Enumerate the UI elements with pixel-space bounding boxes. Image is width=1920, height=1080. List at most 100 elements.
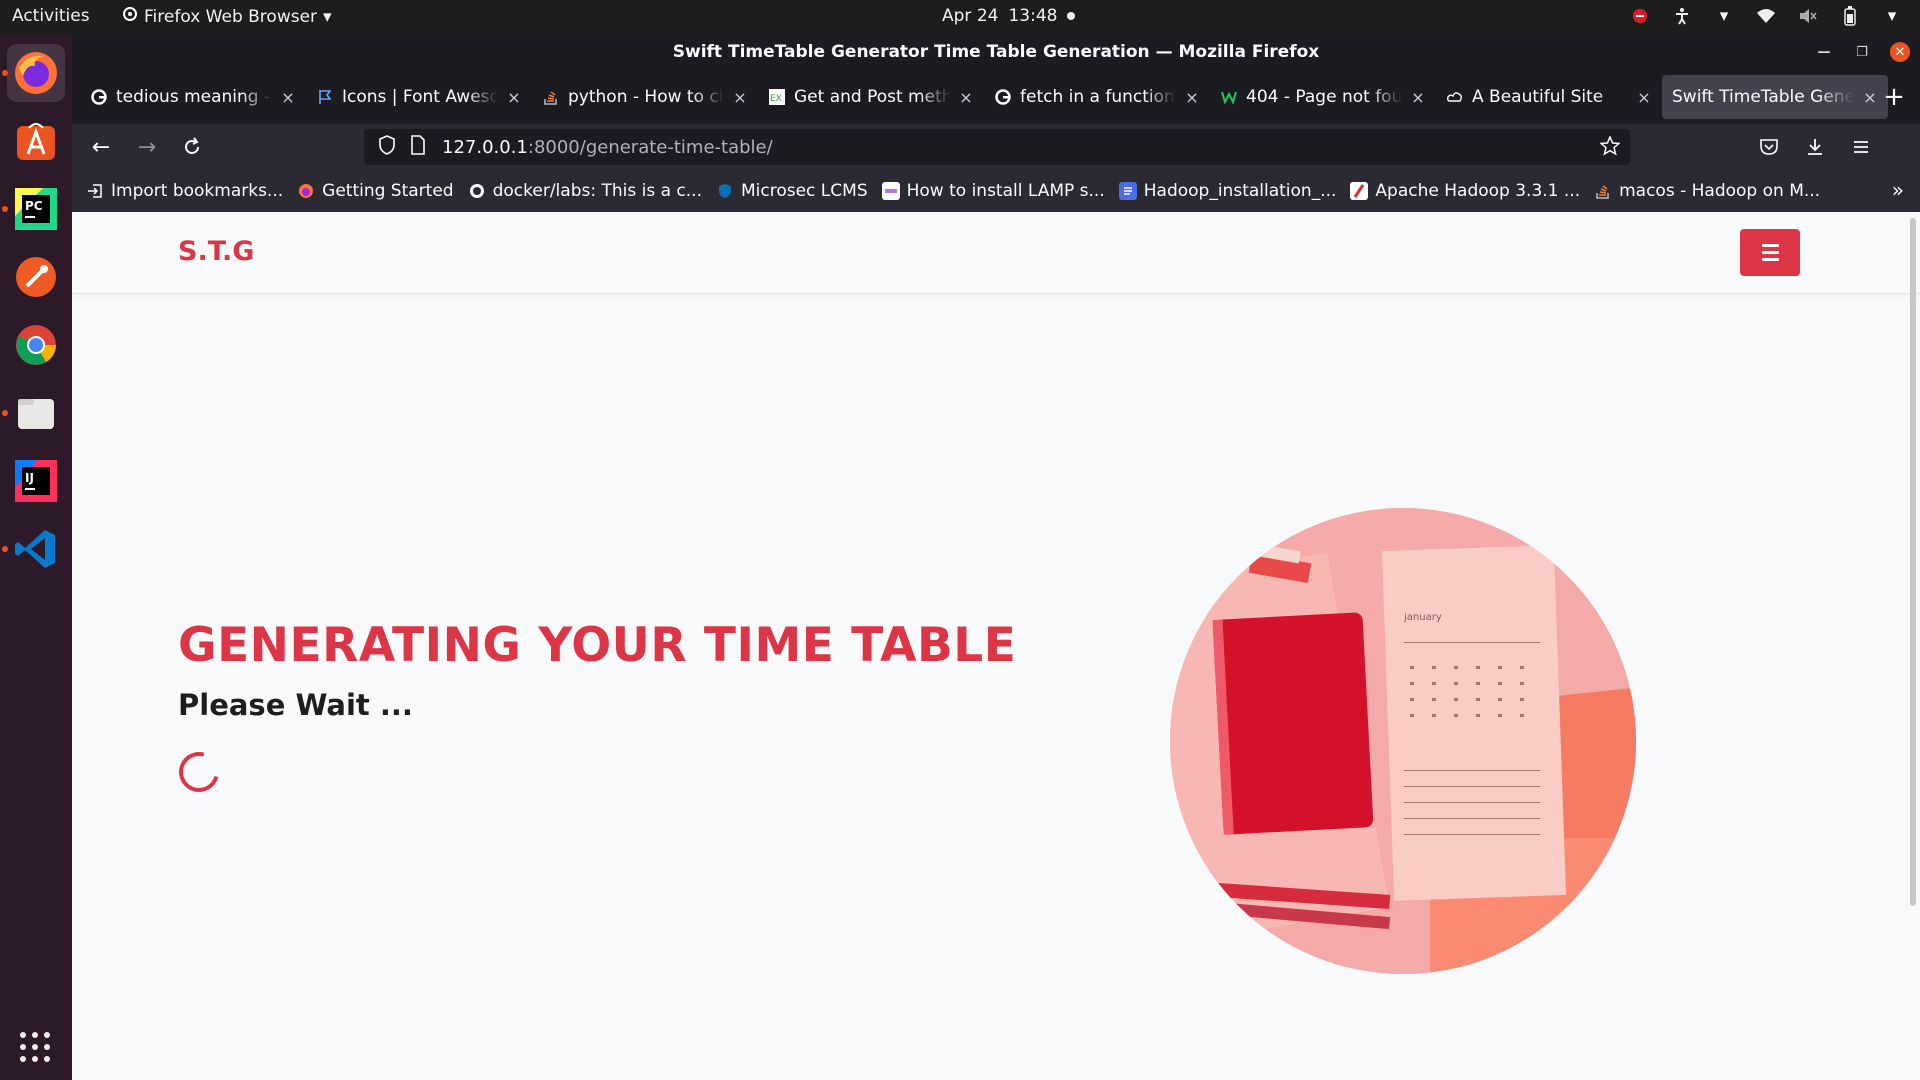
dock-software-center[interactable] xyxy=(7,112,65,170)
page-scrollbar[interactable] xyxy=(1910,218,1916,906)
dock-postman[interactable] xyxy=(7,248,65,306)
app-menu-icon[interactable] xyxy=(1844,130,1878,164)
site-brand-link[interactable]: S.T.G xyxy=(178,236,254,267)
do-not-disturb-icon[interactable] xyxy=(1630,6,1650,26)
date-label: Apr 24 xyxy=(942,6,999,26)
svg-text:IJ: IJ xyxy=(25,471,34,485)
close-tab-icon[interactable]: × xyxy=(280,88,296,107)
close-tab-icon[interactable]: × xyxy=(1410,88,1426,107)
wifi-icon[interactable] xyxy=(1756,6,1776,26)
window-titlebar[interactable]: Swift TimeTable Generator Time Table Gen… xyxy=(72,34,1920,70)
page-info-icon[interactable] xyxy=(410,134,432,160)
show-apps-icon[interactable] xyxy=(20,1032,50,1062)
pocket-icon[interactable] xyxy=(1752,130,1786,164)
url-host: 127.0.0.1 xyxy=(442,136,528,158)
shield-icon xyxy=(716,182,734,200)
bookmark-item[interactable]: Getting Started xyxy=(297,181,454,201)
bookmark-item[interactable]: macos - Hadoop on M... xyxy=(1594,181,1820,201)
tab[interactable]: A Beautiful Site × xyxy=(1436,75,1662,119)
restore-icon[interactable]: ❐ xyxy=(1852,42,1872,62)
tab[interactable]: Icons | Font Awesome × xyxy=(306,75,532,119)
tracking-shield-icon[interactable] xyxy=(378,134,400,160)
activities-button[interactable]: Activities xyxy=(12,6,90,26)
close-tab-icon[interactable]: × xyxy=(732,88,748,107)
intellij-icon: IJ xyxy=(15,460,57,502)
url-bar[interactable]: 127.0.0.1:8000/generate-time-table/ xyxy=(364,129,1630,165)
github-icon xyxy=(468,182,486,200)
calendar-month-label: january xyxy=(1403,612,1442,623)
hero-image: january xyxy=(1170,508,1636,974)
forward-button[interactable]: → xyxy=(130,130,164,164)
running-indicator xyxy=(2,70,8,76)
fontawesome-icon xyxy=(316,88,334,106)
bookmark-item[interactable]: How to install LAMP s... xyxy=(881,181,1105,201)
volume-muted-icon[interactable] xyxy=(1798,6,1818,26)
close-tab-icon[interactable]: × xyxy=(506,88,522,107)
battery-icon[interactable] xyxy=(1840,6,1860,26)
bookmark-item[interactable]: docker/labs: This is a c... xyxy=(468,181,702,201)
files-icon xyxy=(18,399,54,429)
bookmark-item[interactable]: Microsec LCMS xyxy=(716,181,868,201)
site-navbar: S.T.G xyxy=(72,214,1920,294)
svg-text:EX: EX xyxy=(770,94,782,104)
bookmark-item[interactable]: Hadoop_installation_... xyxy=(1118,181,1336,201)
import-icon xyxy=(86,182,104,200)
minimize-icon[interactable]: — xyxy=(1814,42,1834,62)
close-tab-icon[interactable]: × xyxy=(1184,88,1200,107)
system-top-bar: Activities Firefox Web Browser ▾ Apr 24 … xyxy=(0,0,1920,34)
tab[interactable]: fetch in a function × xyxy=(984,75,1210,119)
running-indicator xyxy=(2,410,8,416)
software-center-icon xyxy=(17,123,55,160)
chevron-down-icon[interactable]: ▾ xyxy=(1714,6,1734,26)
bookmark-item[interactable]: Import bookmarks... xyxy=(86,181,283,201)
firefox-icon xyxy=(297,182,315,200)
more-bookmarks-icon[interactable]: » xyxy=(1892,178,1904,202)
notification-dot-icon xyxy=(1067,12,1076,20)
tab[interactable]: EX Get and Post methods × xyxy=(758,75,984,119)
dock-pycharm[interactable]: PC xyxy=(2,180,65,238)
dock-firefox[interactable] xyxy=(2,44,65,102)
bookmark-item[interactable]: Apache Hadoop 3.3.1 ... xyxy=(1350,181,1580,201)
running-indicator xyxy=(2,546,8,552)
close-icon[interactable]: ✕ xyxy=(1890,42,1910,62)
chevron-down-icon[interactable]: ▾ xyxy=(1882,6,1902,26)
new-tab-button[interactable]: + xyxy=(1876,79,1912,115)
tab[interactable]: 404 - Page not found × xyxy=(1210,75,1436,119)
dock-chrome[interactable] xyxy=(7,316,65,374)
tab[interactable]: tedious meaning - × xyxy=(80,75,306,119)
back-button[interactable]: ← xyxy=(84,130,118,164)
tab-active[interactable]: Swift TimeTable Generator × xyxy=(1662,75,1888,119)
clock[interactable]: Apr 24 13:48 xyxy=(942,6,1076,26)
reload-icon xyxy=(185,137,199,154)
postman-icon xyxy=(16,257,56,297)
close-tab-icon[interactable]: × xyxy=(958,88,974,107)
downloads-icon[interactable] xyxy=(1798,130,1832,164)
app-menu-label: Firefox Web Browser xyxy=(144,6,318,27)
app-menu[interactable]: Firefox Web Browser ▾ xyxy=(122,6,332,27)
dock: PC IJ xyxy=(0,34,72,1080)
pycharm-icon: PC xyxy=(15,188,57,230)
vscode-icon xyxy=(15,530,55,568)
hamburger-icon xyxy=(1761,244,1779,247)
navbar-toggler-button[interactable] xyxy=(1740,229,1800,276)
system-tray[interactable]: ▾ ▾ xyxy=(1630,6,1902,26)
firefox-small-icon xyxy=(122,6,138,27)
dock-vscode[interactable] xyxy=(2,520,65,578)
loading-spinner-icon xyxy=(171,744,227,800)
time-label: 13:48 xyxy=(1008,6,1058,26)
web-page: S.T.G GENERATING YOUR TIME TABLE Please … xyxy=(72,214,1920,1080)
accessibility-icon[interactable] xyxy=(1672,6,1692,26)
site-icon xyxy=(881,182,900,200)
dock-intellij[interactable]: IJ xyxy=(7,452,65,510)
chevron-down-icon: ▾ xyxy=(323,6,332,27)
firefox-window: Swift TimeTable Generator Time Table Gen… xyxy=(72,34,1920,1080)
close-tab-icon[interactable]: × xyxy=(1636,88,1652,107)
running-indicator xyxy=(2,206,8,212)
pdf-icon xyxy=(1350,182,1369,200)
dock-files[interactable] xyxy=(2,384,65,442)
reload-button[interactable] xyxy=(175,130,209,164)
page-subheading: Please Wait ... xyxy=(178,688,413,722)
tab[interactable]: python - How to check × xyxy=(532,75,758,119)
tab-strip: tedious meaning - × Icons | Font Awesome… xyxy=(72,70,1920,124)
bookmark-star-icon[interactable] xyxy=(1599,135,1621,161)
